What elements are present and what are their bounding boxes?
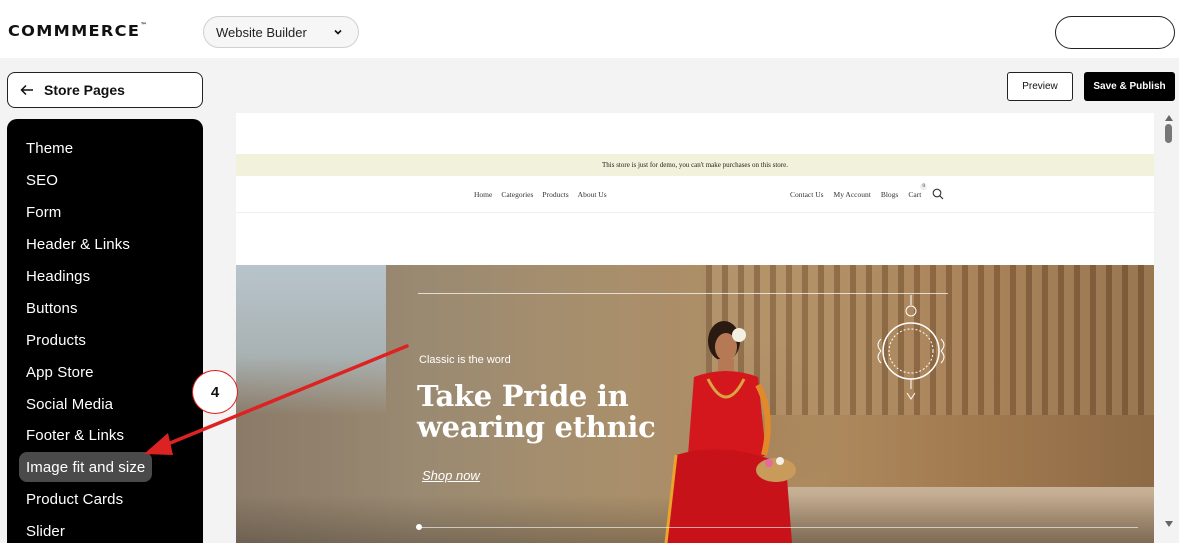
store-navbar: Home Categories Products About Us Contac…: [236, 176, 1154, 213]
store-nav-about-us[interactable]: About Us: [578, 190, 607, 199]
hero-title: Take Pride in wearing ethnic: [417, 379, 656, 444]
sidebar-item-headings[interactable]: Headings: [19, 261, 97, 291]
store-nav-cart[interactable]: Cart 0: [908, 183, 928, 199]
sidebar-item-slider[interactable]: Slider: [19, 516, 72, 543]
profile-button[interactable]: [1055, 16, 1175, 49]
sidebar-item-product-cards[interactable]: Product Cards: [19, 484, 130, 514]
step-number-badge: 4: [192, 370, 238, 414]
scroll-up-arrow-icon[interactable]: [1165, 115, 1173, 121]
scroll-down-arrow-icon[interactable]: [1165, 521, 1173, 527]
slider-dot[interactable]: [416, 524, 422, 530]
back-button-label: Store Pages: [44, 82, 125, 98]
builder-mode-select[interactable]: Website Builder: [203, 16, 359, 48]
ornament-frame-icon: [877, 295, 945, 400]
hero-sky: [236, 265, 386, 415]
demo-notice-banner: This store is just for demo, you can't m…: [236, 154, 1154, 176]
sidebar-item-products[interactable]: Products: [19, 325, 93, 355]
search-icon[interactable]: [932, 188, 944, 200]
sidebar-item-theme[interactable]: Theme: [19, 133, 80, 163]
chevron-down-icon: [330, 24, 346, 40]
preview-button[interactable]: Preview: [1007, 72, 1073, 101]
save-publish-button[interactable]: Save & Publish: [1084, 72, 1175, 101]
hero-banner: Classic is the word Take Pride in wearin…: [236, 265, 1154, 543]
arrow-left-icon: [20, 84, 34, 96]
sidebar-item-app-store[interactable]: App Store: [19, 357, 101, 387]
hero-title-line-1: Take Pride in: [417, 379, 629, 413]
shop-now-link[interactable]: Shop now: [422, 468, 480, 483]
store-preview-canvas: This store is just for demo, you can't m…: [236, 113, 1154, 543]
hero-top-rule: [418, 293, 948, 294]
store-nav-categories[interactable]: Categories: [501, 190, 533, 199]
top-bar: COMMMERCE™ Website Builder: [0, 0, 1179, 58]
sidebar-item-footer-links[interactable]: Footer & Links: [19, 420, 131, 450]
sidebar-item-seo[interactable]: SEO: [19, 165, 65, 195]
sidebar-item-form[interactable]: Form: [19, 197, 68, 227]
preview-scrollbar[interactable]: [1160, 113, 1179, 543]
sidebar-item-buttons[interactable]: Buttons: [19, 293, 85, 323]
hero-tagline: Classic is the word: [419, 354, 511, 366]
builder-mode-value: Website Builder: [216, 24, 307, 40]
sidebar-item-image-fit-size[interactable]: Image fit and size: [19, 452, 153, 482]
settings-sidebar: Theme SEO Form Header & Links Headings B…: [7, 119, 203, 543]
brand-logo[interactable]: COMMMERCE™: [8, 22, 148, 40]
cart-count-badge: 0: [920, 183, 928, 190]
hero-title-line-2: wearing ethnic: [417, 410, 656, 444]
store-nav-contact-us[interactable]: Contact Us: [790, 190, 824, 199]
store-nav-blogs[interactable]: Blogs: [881, 190, 899, 199]
hero-bottom-rule: [418, 527, 1138, 528]
store-nav-products[interactable]: Products: [542, 190, 568, 199]
back-to-store-pages-button[interactable]: Store Pages: [7, 72, 203, 108]
store-nav-home[interactable]: Home: [474, 190, 492, 199]
store-nav-my-account[interactable]: My Account: [834, 190, 871, 199]
scroll-thumb[interactable]: [1165, 124, 1172, 143]
cart-label: Cart: [908, 190, 922, 199]
sidebar-item-header-links[interactable]: Header & Links: [19, 229, 137, 259]
sidebar-item-social-media[interactable]: Social Media: [19, 389, 120, 419]
hero-model-figure: [664, 321, 796, 543]
